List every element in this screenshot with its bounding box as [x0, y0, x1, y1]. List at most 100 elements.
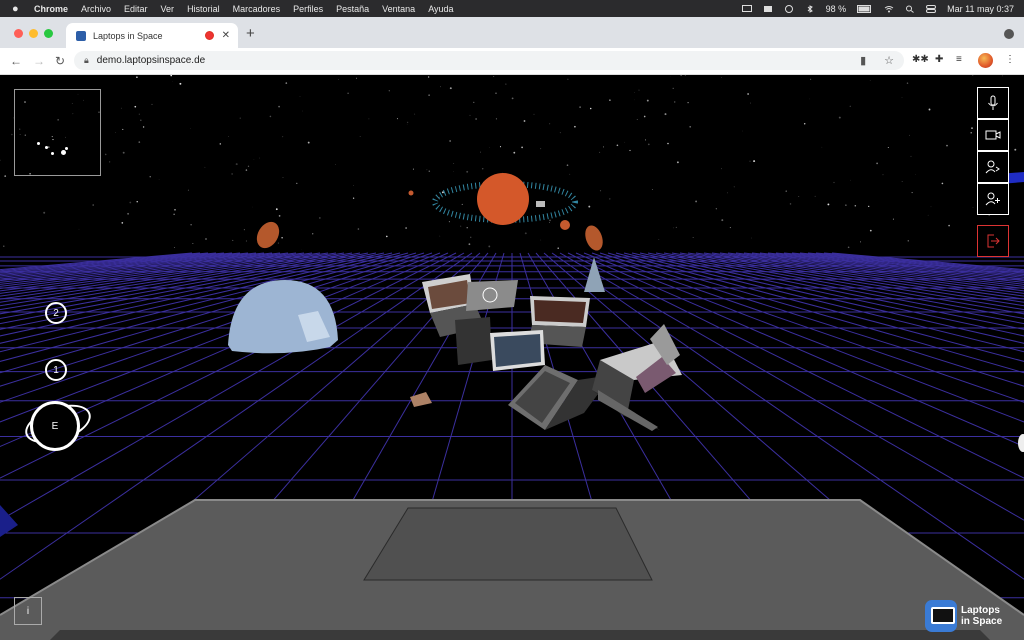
star — [695, 200, 698, 203]
star — [603, 146, 605, 148]
screen-share-icon[interactable] — [741, 4, 752, 13]
info-button[interactable]: i — [14, 597, 42, 625]
bookmark-star-icon[interactable]: ☆ — [884, 54, 894, 67]
planet[interactable] — [408, 173, 578, 230]
logo-line-2: in Space — [961, 616, 1003, 627]
star — [692, 237, 694, 238]
star — [687, 101, 689, 104]
star — [729, 227, 731, 229]
menu-perfiles[interactable]: Perfiles — [293, 4, 323, 14]
own-laptop[interactable] — [0, 499, 1024, 640]
extensions-puzzle-icon[interactable]: ✚ — [935, 54, 943, 65]
star — [461, 203, 463, 205]
battery-icon[interactable] — [857, 4, 873, 13]
screen-mirror-icon[interactable] — [763, 5, 773, 13]
star — [588, 205, 591, 208]
wifi-icon[interactable] — [884, 5, 894, 13]
extension-keyboard-icon[interactable]: ✱✱ — [912, 54, 929, 65]
menu-archivo[interactable]: Archivo — [81, 4, 111, 14]
laptop-avatar-3[interactable] — [455, 317, 545, 371]
star — [838, 116, 841, 119]
menu-app-name[interactable]: Chrome — [34, 4, 68, 14]
mic-button[interactable] — [977, 87, 1009, 119]
star — [158, 179, 160, 180]
star — [488, 245, 491, 248]
star — [412, 168, 414, 170]
star — [427, 76, 430, 78]
close-window-button[interactable] — [14, 29, 23, 38]
star — [854, 205, 857, 207]
battery-percent: 98 % — [825, 3, 847, 14]
star — [285, 82, 288, 84]
forward-icon[interactable]: → — [33, 54, 45, 68]
menu-marcadores[interactable]: Marcadores — [233, 4, 281, 14]
scene-canvas[interactable] — [0, 75, 1024, 640]
star — [876, 162, 878, 165]
menu-ayuda[interactable]: Ayuda — [428, 4, 453, 14]
add-user-button[interactable] — [977, 183, 1009, 215]
star — [0, 159, 1, 161]
space-viewport[interactable]: 2 1 E i Laptops in Space — [0, 75, 1024, 640]
camera-in-use-icon[interactable]: ▮ — [860, 54, 866, 67]
menu-editar[interactable]: Editar — [124, 4, 148, 14]
lock-icon[interactable]: 🔒︎ — [84, 55, 89, 66]
new-tab-button[interactable]: + — [246, 25, 255, 42]
star — [347, 92, 349, 95]
tab-search-icon[interactable] — [1004, 29, 1014, 39]
star — [672, 87, 674, 89]
spotlight-icon[interactable] — [905, 5, 915, 13]
star — [511, 97, 514, 100]
star — [282, 136, 284, 138]
floor-1-button[interactable]: 1 — [45, 359, 67, 381]
camera-button[interactable] — [977, 119, 1009, 151]
menu-ventana[interactable]: Ventana — [382, 4, 415, 14]
star — [405, 227, 407, 229]
star — [859, 241, 862, 243]
star — [928, 108, 931, 111]
star — [549, 123, 551, 125]
profile-avatar[interactable] — [978, 53, 993, 68]
star — [469, 114, 471, 116]
control-center-icon[interactable] — [926, 4, 937, 13]
bluetooth-icon[interactable] — [805, 4, 815, 13]
star — [569, 173, 571, 175]
browser-toolbar: ← → ↻ 🔒︎ demo.laptopsinspace.de ▮ ☆ ✱✱ ✚… — [0, 48, 1024, 75]
star — [4, 175, 7, 177]
camera-icon — [985, 130, 1001, 140]
star — [204, 166, 206, 168]
media-control-icon[interactable]: ≡ — [956, 54, 962, 65]
satellite-dish-left[interactable] — [252, 218, 283, 252]
tab-laptops-in-space[interactable]: Laptops in Space ✕ — [66, 23, 238, 48]
star — [629, 149, 631, 152]
star — [104, 153, 107, 156]
menu-historial[interactable]: Historial — [187, 4, 220, 14]
close-tab-icon[interactable]: ✕ — [222, 30, 230, 41]
datetime[interactable]: Mar 11 may 0:37 — [947, 4, 1014, 14]
maximize-window-button[interactable] — [44, 29, 53, 38]
address-bar[interactable]: 🔒︎ demo.laptopsinspace.de ▮ ☆ — [74, 51, 904, 70]
menu-pestana[interactable]: Pestaña — [336, 4, 369, 14]
star — [849, 105, 851, 107]
star — [789, 203, 792, 205]
minimize-window-button[interactable] — [29, 29, 38, 38]
reload-icon[interactable]: ↻ — [55, 54, 65, 68]
menu-ver[interactable]: Ver — [161, 4, 175, 14]
more-menu-icon[interactable]: ⋮ — [1005, 54, 1015, 65]
back-icon[interactable]: ← — [10, 54, 22, 68]
star — [173, 246, 176, 249]
star — [259, 157, 260, 159]
exit-button[interactable] — [977, 225, 1009, 257]
play-icon[interactable] — [784, 4, 794, 13]
star — [566, 164, 569, 167]
star — [353, 185, 354, 186]
star — [142, 126, 145, 128]
star — [1014, 148, 1017, 151]
laptops-in-space-logo[interactable]: Laptops in Space — [925, 600, 1002, 632]
floor-2-button[interactable]: 2 — [45, 302, 67, 324]
minimap[interactable] — [14, 89, 101, 176]
earth-floor-button[interactable]: E — [30, 401, 80, 451]
star — [927, 214, 929, 216]
share-screen-button[interactable] — [977, 151, 1009, 183]
star — [599, 190, 602, 192]
apple-icon[interactable]: ● — [12, 3, 24, 15]
